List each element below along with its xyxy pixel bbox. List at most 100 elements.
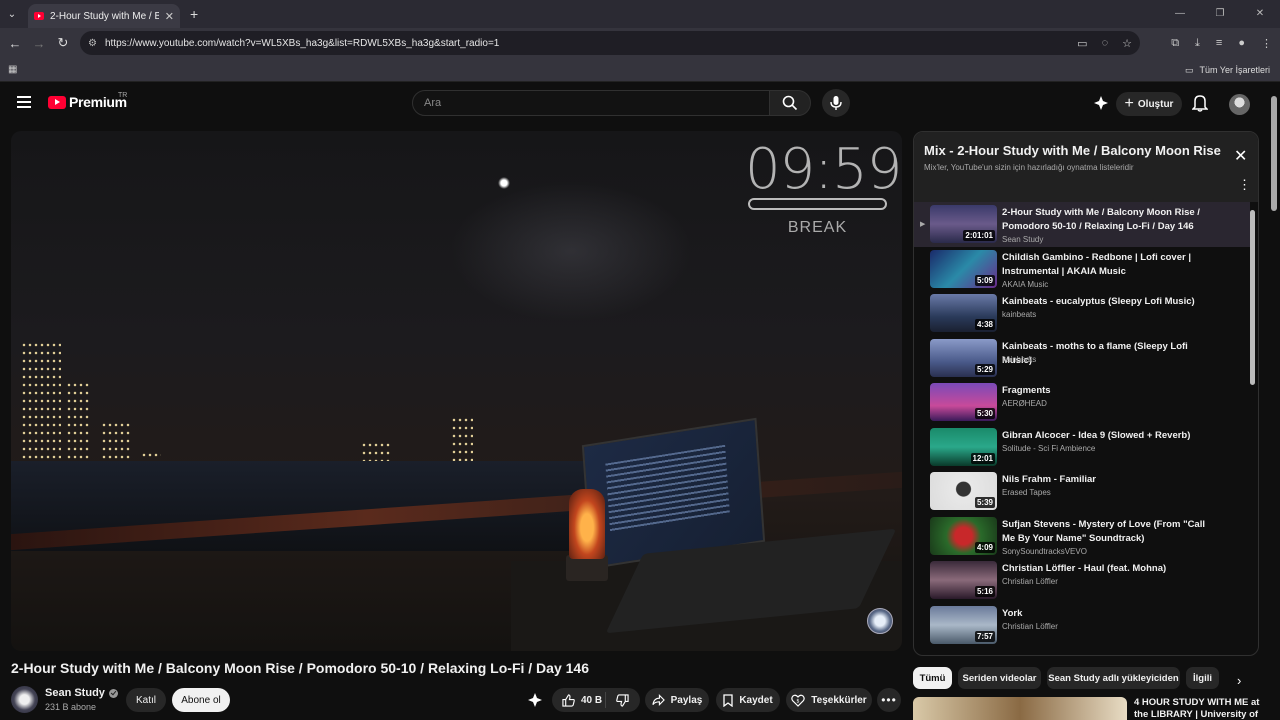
chip-from-uploader[interactable]: Sean Study adlı yükleyiciden <box>1047 667 1180 689</box>
mix-item-title: Sufjan Stevens - Mystery of Love (From "… <box>1002 518 1205 544</box>
mix-item-title: Childish Gambino - Redbone | Lofi cover … <box>1002 251 1191 277</box>
subscribe-button[interactable]: Abone ol <box>172 688 230 712</box>
mix-item[interactable]: ▶ 2:01:01 2-Hour Study with Me / Balcony… <box>914 202 1250 247</box>
mix-item[interactable]: 4:09 Sufjan Stevens - Mystery of Love (F… <box>914 514 1250 559</box>
chip-series-videos[interactable]: Seriden videolar <box>958 667 1041 689</box>
mix-item-title: York <box>1002 607 1023 619</box>
address-bar[interactable]: ⚙ https://www.youtube.com/watch?v=WL5XBs… <box>80 31 1140 55</box>
page-scrollbar[interactable] <box>1271 96 1277 211</box>
youtube-logo-icon <box>48 95 66 109</box>
pomodoro-timer: 09:59 <box>745 137 902 202</box>
address-bar-actions: ▭ ◌ ☆ <box>1077 31 1132 55</box>
heart-dollar-icon: $ <box>791 694 806 707</box>
channel-avatar[interactable] <box>11 686 38 713</box>
profile-icon[interactable]: ● <box>1238 37 1245 49</box>
bookmark-icon <box>723 693 733 707</box>
mix-scrollbar[interactable] <box>1250 210 1255 385</box>
mix-item-channel: Sean Study <box>1002 235 1044 244</box>
mix-title[interactable]: Mix - 2-Hour Study with Me / Balcony Moo… <box>924 143 1224 158</box>
mix-item[interactable]: 5:30 Fragments AERØHEAD <box>914 380 1250 425</box>
download-icon[interactable]: ⤓ <box>1195 37 1200 50</box>
forward-icon[interactable]: → <box>27 36 51 51</box>
notifications-bell-icon[interactable] <box>1192 94 1208 112</box>
reading-list-icon[interactable]: ≡ <box>1216 37 1222 49</box>
dislike-button[interactable] <box>606 693 629 707</box>
sparkle-icon[interactable] <box>1093 95 1109 111</box>
mix-item[interactable]: 7:57 York Christian Löffler <box>914 603 1250 648</box>
eye-off-icon[interactable]: ◌ <box>1102 37 1109 49</box>
mix-item[interactable]: 5:39 Nils Frahm - Familiar Erased Tapes <box>914 469 1250 514</box>
mix-item[interactable]: 5:16 Christian Löffler - Haul (feat. Moh… <box>914 558 1250 603</box>
search-button[interactable] <box>769 90 811 116</box>
tab-close-icon[interactable]: ✕ <box>165 10 174 23</box>
mix-item-channel: kainbeats <box>1002 310 1037 319</box>
mix-more-icon[interactable]: ⋮ <box>1238 178 1251 191</box>
browser-tab[interactable]: 2-Hour Study with Me / Balcony ✕ <box>28 4 180 28</box>
save-label: Kaydet <box>739 694 773 706</box>
mix-item-thumbnail: 7:57 <box>930 605 997 644</box>
next-video-thumbnail[interactable] <box>913 697 1127 720</box>
next-video-title[interactable]: 4 HOUR STUDY WITH ME at the LIBRARY | Un… <box>1134 697 1262 720</box>
youtube-premium-logo[interactable]: Premium <box>48 94 127 110</box>
back-icon[interactable]: ← <box>3 36 27 51</box>
mix-item-channel: SonySoundtracksVEVO <box>1002 546 1087 556</box>
join-button[interactable]: Katıl <box>126 688 166 712</box>
channel-name[interactable]: Sean Study <box>45 687 118 699</box>
site-info-icon[interactable]: ⚙ <box>88 38 97 49</box>
mix-item-channel: Christian Löffler <box>1002 621 1058 631</box>
mix-item-thumbnail: 2:01:01 <box>930 205 997 243</box>
mix-item[interactable]: 4:38 Kainbeats - eucalyptus (Sleepy Lofi… <box>914 291 1250 336</box>
browser-tabbar: ⌄ 2-Hour Study with Me / Balcony ✕ + — ❐… <box>0 0 1280 28</box>
video-player[interactable]: 09:59 BREAK <box>11 131 902 651</box>
mix-header: Mix - 2-Hour Study with Me / Balcony Moo… <box>914 132 1258 202</box>
thumbs-up-icon <box>562 693 575 707</box>
minimize-icon[interactable]: — <box>1160 0 1200 28</box>
mix-item[interactable]: 5:09 Childish Gambino - Redbone | Lofi c… <box>914 247 1250 292</box>
window-close-icon[interactable]: ✕ <box>1240 0 1280 28</box>
chip-related[interactable]: İlgili <box>1186 667 1219 689</box>
mix-item-thumbnail: 5:29 <box>930 338 997 377</box>
svg-text:$: $ <box>797 698 800 704</box>
voice-search-button[interactable] <box>822 89 850 117</box>
share-arrow-icon <box>652 694 665 706</box>
mix-item-thumbnail: 5:16 <box>930 561 997 599</box>
create-button[interactable]: + Oluştur <box>1116 92 1182 116</box>
mix-item[interactable]: 12:01 Gibran Alcocer - Idea 9 (Slowed + … <box>914 425 1250 470</box>
duration: 5:39 <box>974 497 995 508</box>
browser-menu-icon[interactable]: ⋮ <box>1261 37 1272 50</box>
channel-watermark[interactable] <box>867 608 893 634</box>
mix-item-title: Kainbeats - eucalyptus (Sleepy Lofi Musi… <box>1002 296 1195 307</box>
all-bookmarks[interactable]: ▭ Tüm Yer İşaretleri <box>1185 58 1270 82</box>
ask-sparkle-icon[interactable] <box>527 692 543 708</box>
duration: 7:57 <box>974 630 995 642</box>
restore-icon[interactable]: ❐ <box>1200 0 1240 28</box>
mix-item[interactable]: 5:29 Kainbeats - moths to a flame (Sleep… <box>914 336 1250 381</box>
duration: 4:09 <box>974 541 995 553</box>
reload-icon[interactable]: ↻ <box>51 35 75 51</box>
mix-item-channel: Erased Tapes <box>1002 488 1051 497</box>
account-avatar[interactable] <box>1229 94 1250 115</box>
share-button[interactable]: Paylaş <box>645 688 709 712</box>
more-actions-button[interactable]: ••• <box>877 688 901 712</box>
mix-item-channel: kainbeats <box>1002 354 1037 364</box>
mix-close-icon[interactable]: ✕ <box>1234 146 1247 166</box>
new-tab-icon[interactable]: + <box>190 6 198 22</box>
mix-item-channel: AKAIA Music <box>1002 279 1049 289</box>
apps-grid-icon[interactable]: ▦ <box>8 64 17 75</box>
chip-all[interactable]: Tümü <box>913 667 952 689</box>
extensions-icon[interactable]: ⧉ <box>1171 37 1179 50</box>
duration: 5:29 <box>974 363 995 375</box>
tab-search-icon[interactable]: ⌄ <box>0 0 24 28</box>
save-button[interactable]: Kaydet <box>716 688 780 712</box>
cast-icon[interactable]: ▭ <box>1077 37 1087 50</box>
like-button[interactable]: 40 B <box>552 692 606 708</box>
subscribe-label: Abone ol <box>181 694 221 706</box>
chevron-right-icon[interactable]: › <box>1237 673 1241 688</box>
url-text[interactable]: https://www.youtube.com/watch?v=WL5XBs_h… <box>105 38 499 49</box>
hamburger-menu-icon[interactable] <box>17 96 31 108</box>
bookmark-star-icon[interactable]: ☆ <box>1122 37 1132 50</box>
channel-name-text: Sean Study <box>45 687 105 699</box>
window-controls: — ❐ ✕ <box>1160 0 1280 28</box>
search-input[interactable] <box>413 91 769 115</box>
thanks-button[interactable]: $ Teşekkürler <box>786 688 872 712</box>
